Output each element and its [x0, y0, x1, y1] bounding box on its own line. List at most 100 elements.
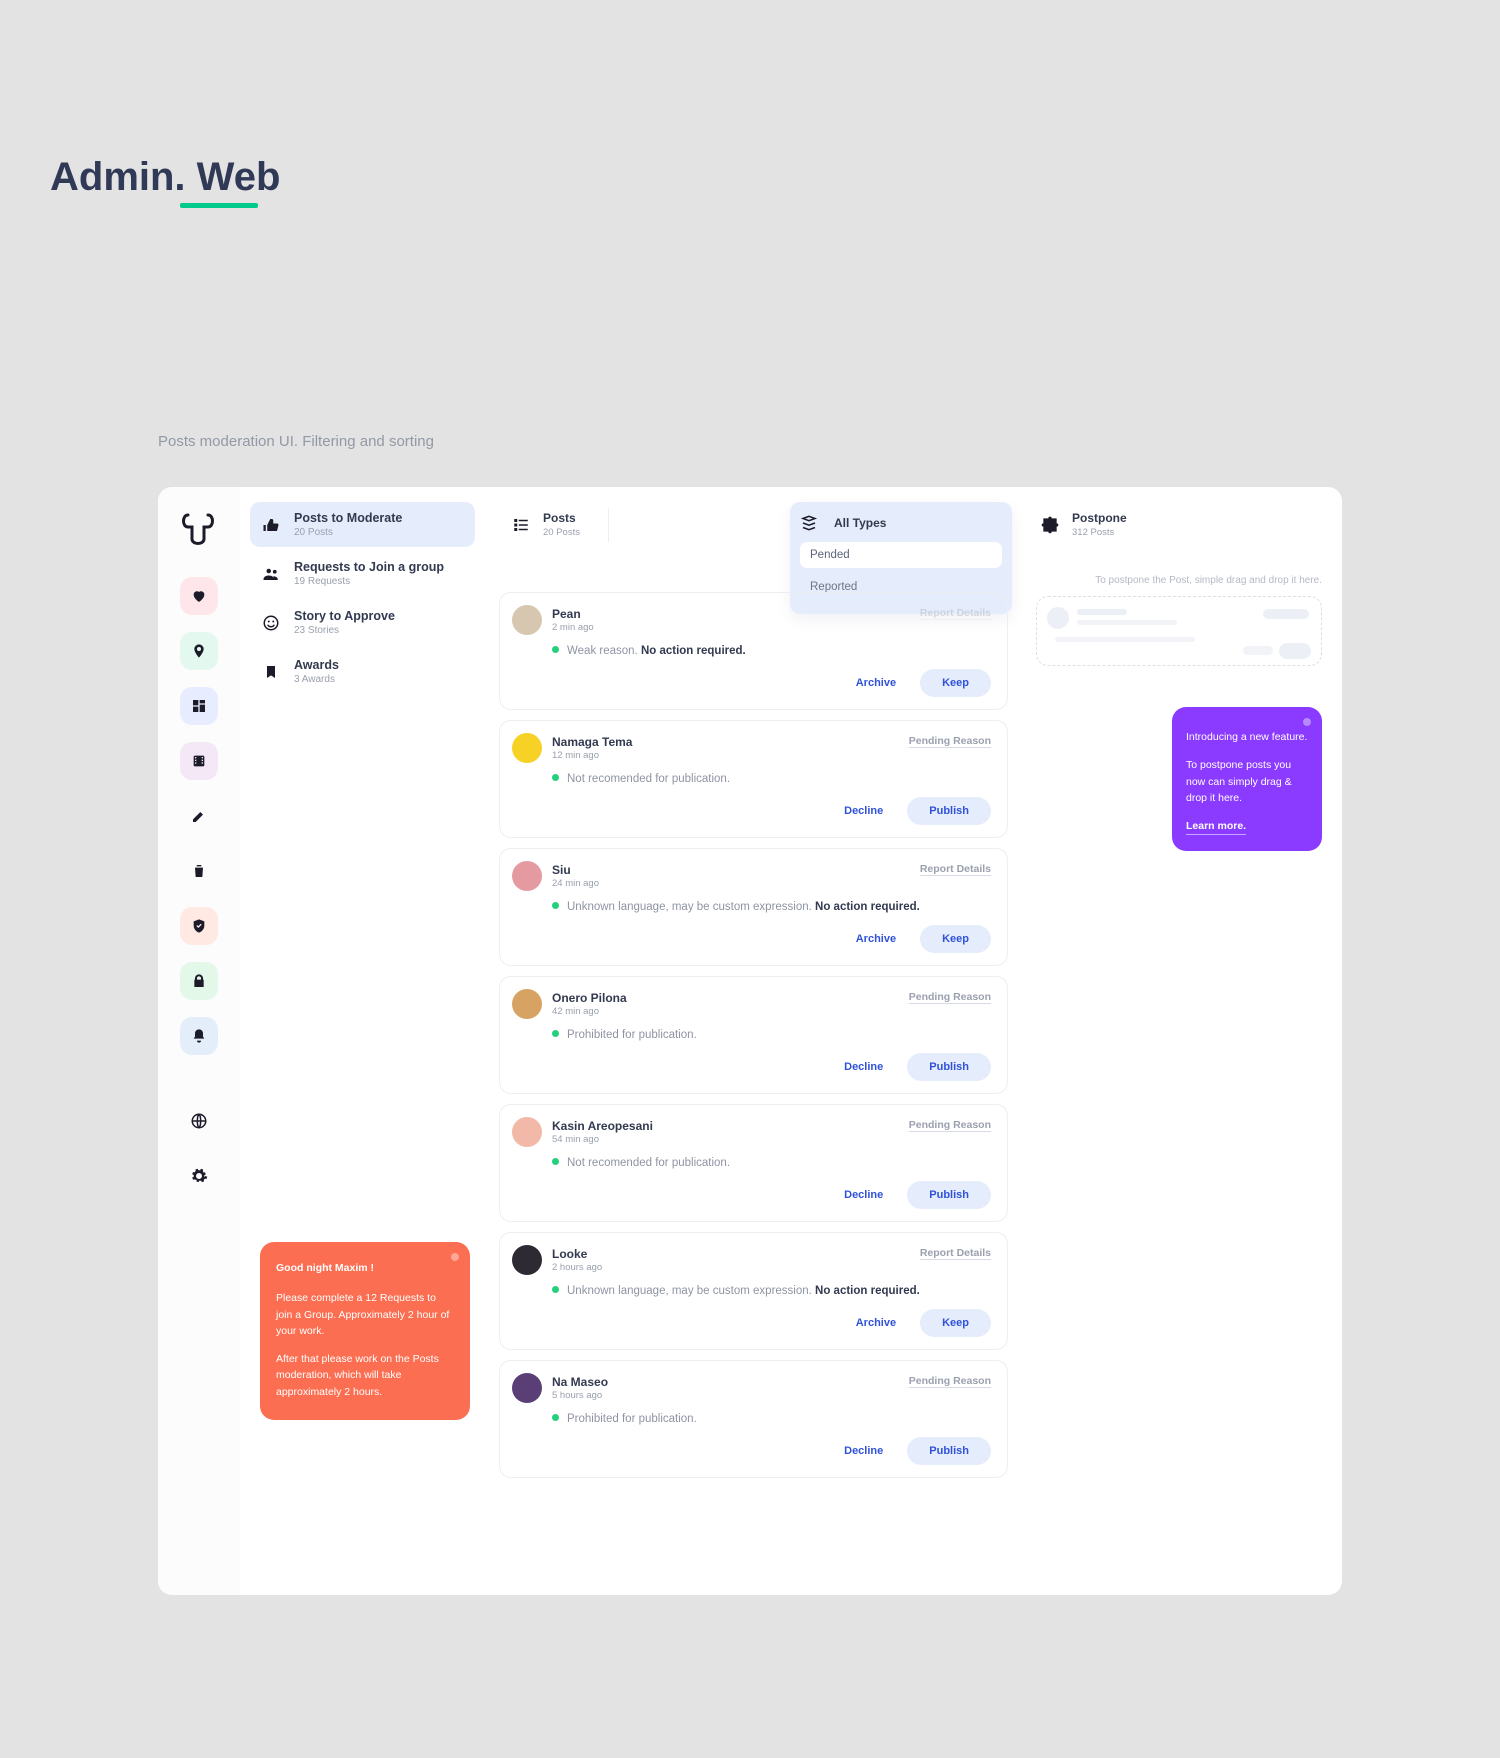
- queue-sub: 20 Posts: [294, 527, 402, 538]
- decline-button[interactable]: Decline: [830, 797, 897, 825]
- nav-lock[interactable]: [180, 962, 218, 1000]
- archive-button[interactable]: Archive: [842, 669, 910, 697]
- nav-heart[interactable]: [180, 577, 218, 615]
- post-reason: Not recomended for publication.: [552, 1157, 991, 1169]
- publish-button[interactable]: Publish: [907, 1181, 991, 1209]
- skeleton-text: [1243, 646, 1273, 655]
- decline-button[interactable]: Decline: [830, 1437, 897, 1465]
- feature-promo: Introducing a new feature. To postpone p…: [1172, 707, 1322, 851]
- post-author: Namaga Tema: [552, 735, 632, 749]
- avatar: [512, 989, 542, 1019]
- stack-icon: [800, 514, 822, 532]
- archive-button[interactable]: Archive: [842, 925, 910, 953]
- page-subtitle: Posts moderation UI. Filtering and sorti…: [158, 433, 434, 450]
- nav-settings[interactable]: [180, 1157, 218, 1195]
- note-line1: Please complete a 12 Requests to join a …: [276, 1290, 454, 1339]
- keep-button[interactable]: Keep: [920, 925, 991, 953]
- pin-icon: [191, 643, 207, 659]
- nav-pin[interactable]: [180, 632, 218, 670]
- archive-button[interactable]: Archive: [842, 1309, 910, 1337]
- post-time: 2 min ago: [552, 622, 594, 633]
- app-logo[interactable]: [178, 505, 220, 547]
- post-author: Pean: [552, 607, 594, 621]
- post-author: Looke: [552, 1247, 602, 1261]
- pencil-icon: [191, 808, 207, 824]
- queue-title: Requests to Join a group: [294, 560, 444, 574]
- filter-separator: [608, 508, 609, 542]
- filter-posts-sub: 20 Posts: [543, 527, 580, 538]
- nav-bell[interactable]: [180, 1017, 218, 1055]
- bell-icon: [191, 1028, 207, 1044]
- shield-check-icon: [191, 918, 207, 934]
- nav-globe[interactable]: [180, 1102, 218, 1140]
- post-reason: Not recomended for publication.: [552, 773, 991, 785]
- decline-button[interactable]: Decline: [830, 1181, 897, 1209]
- globe-icon: [190, 1112, 208, 1130]
- status-dot: [552, 1414, 559, 1421]
- post-card: Siu24 min agoReport DetailsUnknown langu…: [499, 848, 1008, 966]
- postpone-panel: Postpone 312 Posts To postpone the Post,…: [1022, 487, 1342, 1595]
- note-line2: After that please work on the Posts mode…: [276, 1351, 454, 1400]
- postpone-hint: To postpone the Post, simple drag and dr…: [1036, 575, 1322, 586]
- promo-line1: Introducing a new feature.: [1186, 729, 1308, 745]
- page-title: Admin. Web: [50, 155, 280, 200]
- nav-edit[interactable]: [180, 797, 218, 835]
- post-card: Kasin Areopesani54 min agoPending Reason…: [499, 1104, 1008, 1222]
- puzzle-icon: [1038, 513, 1062, 537]
- publish-button[interactable]: Publish: [907, 1053, 991, 1081]
- avatar: [512, 861, 542, 891]
- queue-requests-to-join-a-group[interactable]: Requests to Join a group19 Requests: [250, 551, 475, 596]
- queue-title: Awards: [294, 658, 339, 672]
- post-detail-link[interactable]: Pending Reason: [909, 1119, 991, 1132]
- filter-types-title: All Types: [834, 516, 886, 530]
- nav-film[interactable]: [180, 742, 218, 780]
- post-card: Onero Pilona42 min agoPending ReasonProh…: [499, 976, 1008, 1094]
- post-reason: Prohibited for publication.: [552, 1029, 991, 1041]
- postpone-tab[interactable]: Postpone 312 Posts: [1036, 502, 1322, 547]
- post-detail-link[interactable]: Pending Reason: [909, 1375, 991, 1388]
- status-dot: [552, 1158, 559, 1165]
- post-time: 5 hours ago: [552, 1390, 608, 1401]
- post-detail-link[interactable]: Pending Reason: [909, 735, 991, 748]
- post-detail-link[interactable]: Report Details: [920, 863, 991, 876]
- post-detail-link[interactable]: Report Details: [920, 1247, 991, 1260]
- filter-types-header[interactable]: All Types: [800, 512, 1002, 542]
- nav-shield[interactable]: [180, 907, 218, 945]
- trash-icon: [191, 863, 207, 879]
- decline-button[interactable]: Decline: [830, 1053, 897, 1081]
- skeleton-line: [1077, 620, 1177, 625]
- queue-title: Posts to Moderate: [294, 511, 402, 525]
- content-panel: Posts 20 Posts All Types Pended Reported…: [485, 487, 1022, 1595]
- film-icon: [191, 753, 207, 769]
- postpone-dropzone[interactable]: [1036, 596, 1322, 666]
- keep-button[interactable]: Keep: [920, 1309, 991, 1337]
- nav-trash[interactable]: [180, 852, 218, 890]
- post-time: 2 hours ago: [552, 1262, 602, 1273]
- publish-button[interactable]: Publish: [907, 797, 991, 825]
- filter-posts[interactable]: Posts 20 Posts: [499, 502, 592, 547]
- publish-button[interactable]: Publish: [907, 1437, 991, 1465]
- promo-learn-more[interactable]: Learn more.: [1186, 818, 1246, 835]
- nav-dashboard[interactable]: [180, 687, 218, 725]
- post-detail-link[interactable]: Pending Reason: [909, 991, 991, 1004]
- bookmark-icon: [258, 659, 284, 685]
- queue-sub: 3 Awards: [294, 674, 339, 685]
- lock-icon: [191, 973, 207, 989]
- postpone-title: Postpone: [1072, 511, 1127, 525]
- promo-line2: To postpone posts you now can simply dra…: [1186, 757, 1308, 806]
- face-icon: [258, 610, 284, 636]
- filter-posts-title: Posts: [543, 511, 580, 525]
- queue-story-to-approve[interactable]: Story to Approve23 Stories: [250, 600, 475, 645]
- filter-option-pended[interactable]: Pended: [800, 542, 1002, 568]
- queue-title: Story to Approve: [294, 609, 395, 623]
- keep-button[interactable]: Keep: [920, 669, 991, 697]
- heart-icon: [191, 588, 207, 604]
- post-reason: Unknown language, may be custom expressi…: [552, 901, 991, 913]
- post-reason: Weak reason. No action required.: [552, 645, 991, 657]
- post-reason: Prohibited for publication.: [552, 1413, 991, 1425]
- status-dot: [552, 774, 559, 781]
- queue-awards[interactable]: Awards 3 Awards: [250, 649, 475, 694]
- post-detail-link[interactable]: Report Details: [920, 607, 991, 620]
- note-greeting: Good night Maxim !: [276, 1260, 454, 1276]
- queue-posts-to-moderate[interactable]: Posts to Moderate 20 Posts: [250, 502, 475, 547]
